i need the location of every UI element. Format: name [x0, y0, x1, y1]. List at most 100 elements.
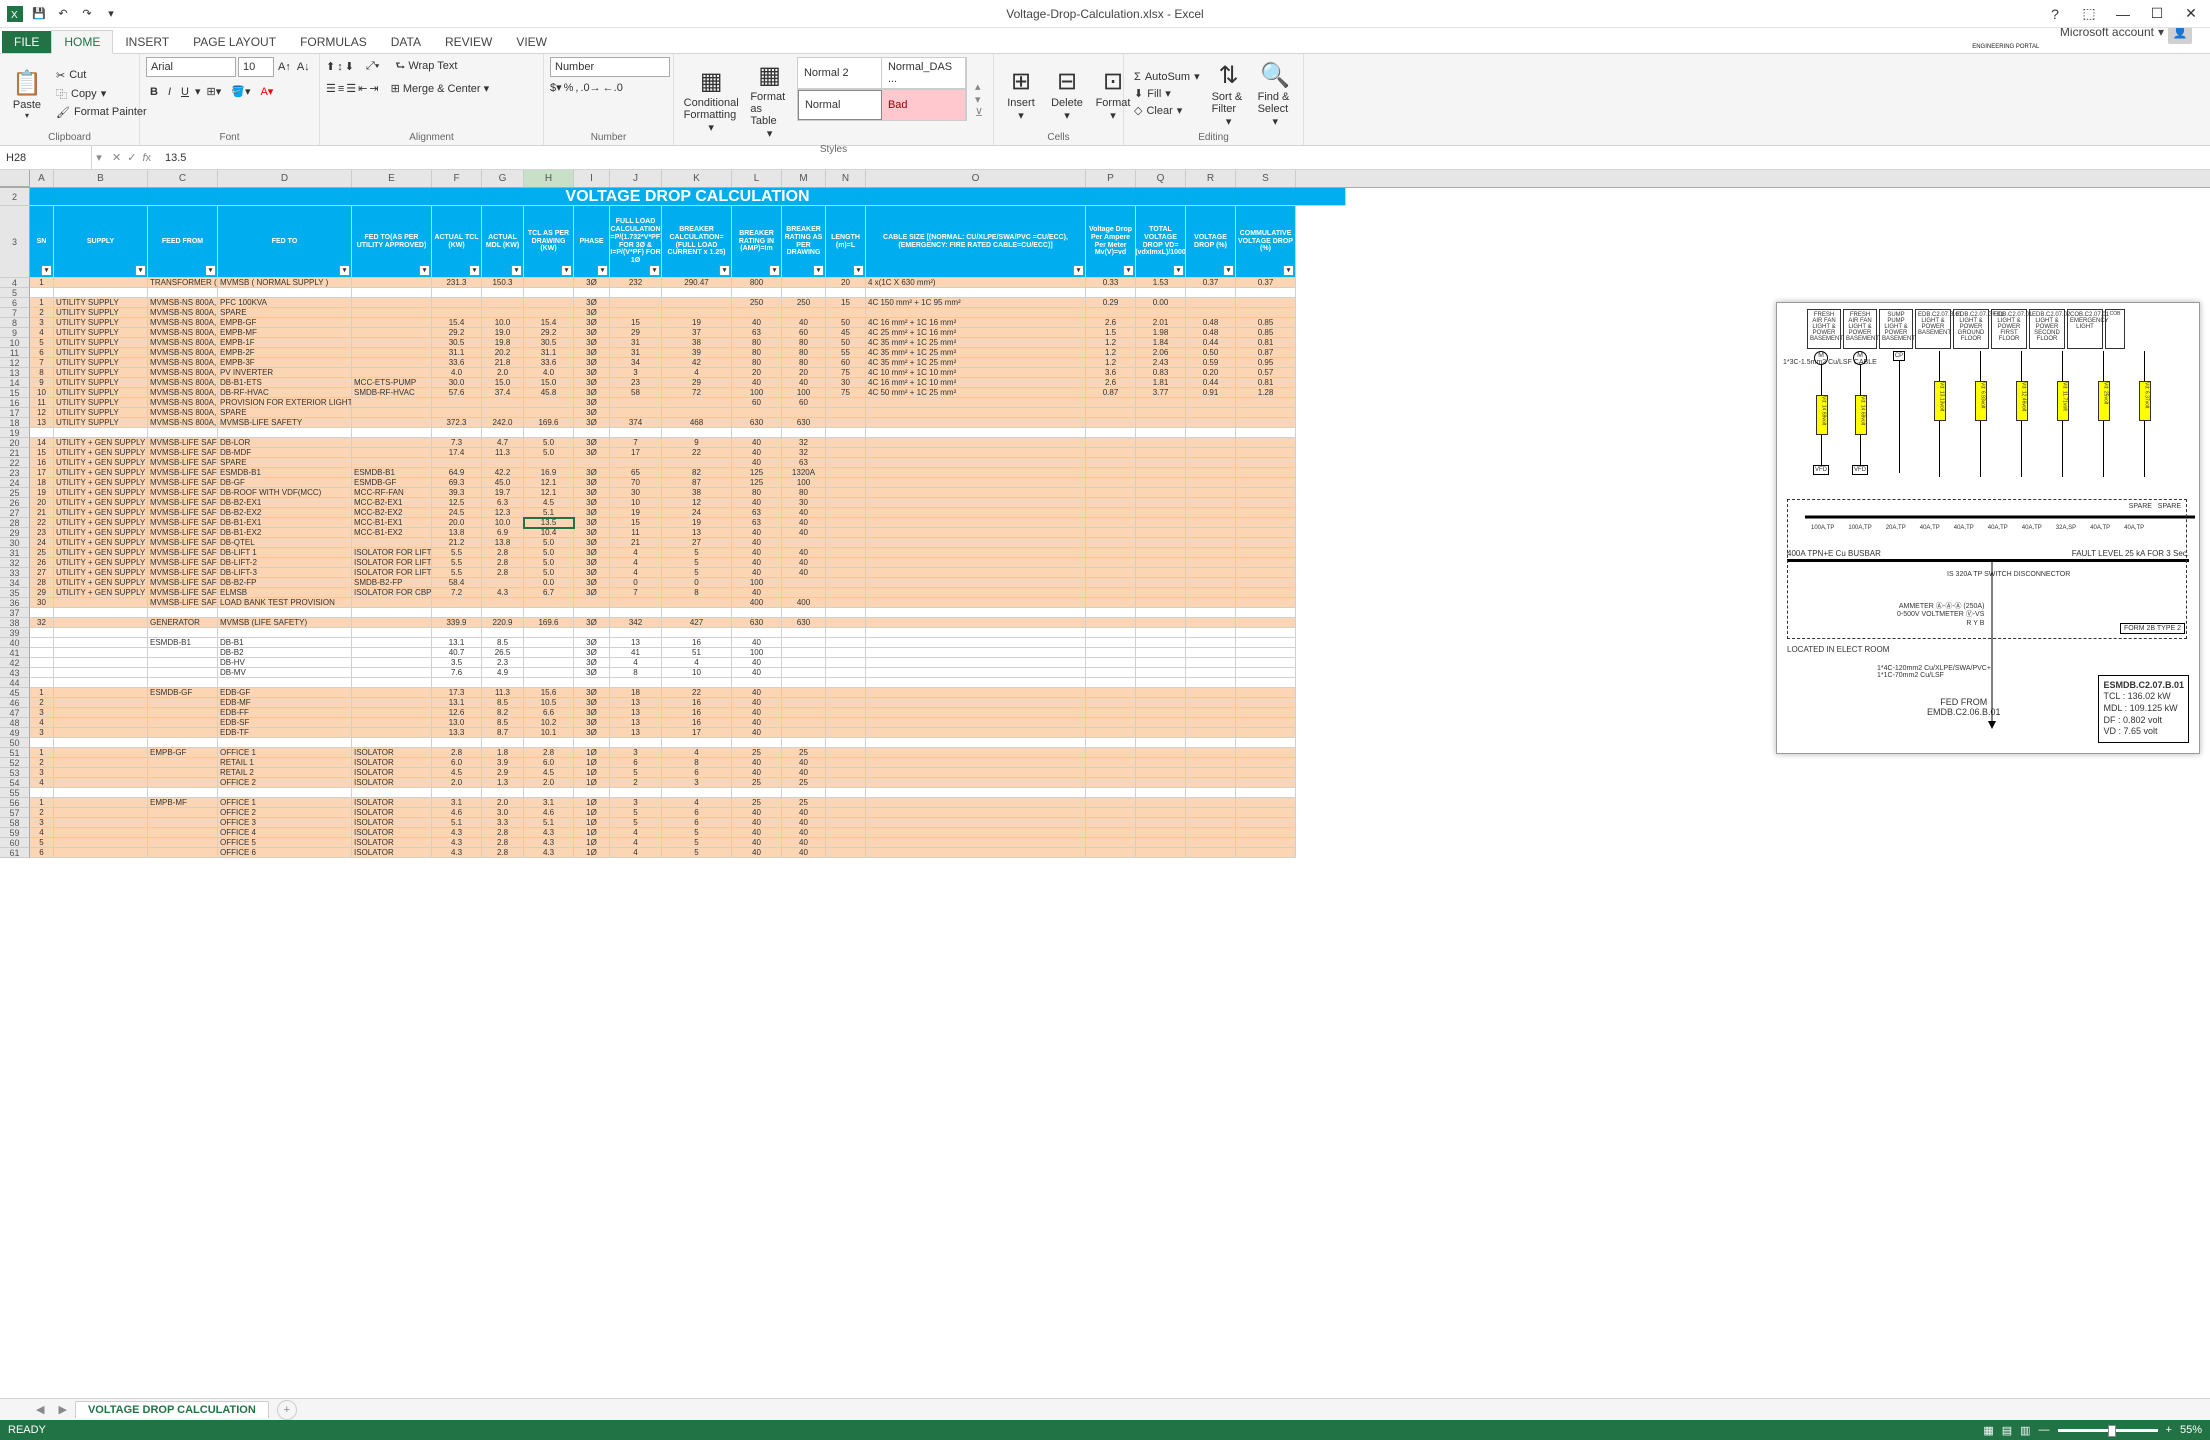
cell[interactable]: [610, 408, 662, 418]
cell[interactable]: [782, 648, 826, 658]
hdr-supply[interactable]: SUPPLY▾: [54, 206, 148, 278]
cell[interactable]: 800: [732, 278, 782, 288]
cell[interactable]: 12.1: [524, 478, 574, 488]
cell[interactable]: 169.6: [524, 618, 574, 628]
cell[interactable]: 3.9: [482, 758, 524, 768]
cell[interactable]: 10.4: [524, 528, 574, 538]
cell[interactable]: MVMSB-LIFE SAFETY: [148, 528, 218, 538]
hdr-phase[interactable]: PHASE▾: [574, 206, 610, 278]
cell[interactable]: 17: [610, 448, 662, 458]
cell[interactable]: 40: [732, 728, 782, 738]
format-painter-button[interactable]: 🖌 Format Painter: [52, 105, 151, 120]
cell[interactable]: [1086, 618, 1136, 628]
cell[interactable]: 60: [826, 358, 866, 368]
col-header[interactable]: A: [30, 170, 54, 187]
cell[interactable]: [30, 608, 54, 618]
row-header[interactable]: 26: [0, 498, 30, 508]
cell[interactable]: [432, 428, 482, 438]
cell[interactable]: [610, 608, 662, 618]
cell[interactable]: 19.7: [482, 488, 524, 498]
cell[interactable]: [610, 628, 662, 638]
filter-icon[interactable]: ▾: [597, 265, 608, 276]
cell[interactable]: [524, 598, 574, 608]
cell[interactable]: [352, 618, 432, 628]
cell[interactable]: [782, 688, 826, 698]
cell[interactable]: [1086, 518, 1136, 528]
cell[interactable]: 3Ø: [574, 408, 610, 418]
cell[interactable]: ESMDB-GF: [352, 478, 432, 488]
cell[interactable]: [148, 668, 218, 678]
cell[interactable]: [352, 338, 432, 348]
formula-input[interactable]: 13.5: [157, 152, 2210, 164]
cell[interactable]: 24: [662, 508, 732, 518]
cell[interactable]: [1086, 788, 1136, 798]
cell[interactable]: [826, 408, 866, 418]
cell[interactable]: 19: [30, 488, 54, 498]
cell[interactable]: [782, 408, 826, 418]
cell[interactable]: [662, 398, 732, 408]
cell[interactable]: MVMSB-LIFE SAFETY: [218, 418, 352, 428]
cell[interactable]: 37: [662, 328, 732, 338]
cell[interactable]: [352, 448, 432, 458]
hdr-vdpct[interactable]: VOLTAGE DROP (%)▾: [1186, 206, 1236, 278]
cell[interactable]: [148, 428, 218, 438]
cell[interactable]: [866, 428, 1086, 438]
cell[interactable]: [1086, 698, 1136, 708]
cell[interactable]: [1136, 828, 1186, 838]
col-header[interactable]: N: [826, 170, 866, 187]
cell[interactable]: [610, 788, 662, 798]
cell[interactable]: ISOLATOR: [352, 778, 432, 788]
cell[interactable]: [732, 788, 782, 798]
cell[interactable]: 3Ø: [574, 478, 610, 488]
cell[interactable]: 1.2: [1086, 338, 1136, 348]
cell[interactable]: 40: [782, 548, 826, 558]
cell[interactable]: 7.2: [432, 588, 482, 598]
cell[interactable]: 5.1: [524, 508, 574, 518]
cell[interactable]: 6: [30, 348, 54, 358]
cell[interactable]: [866, 698, 1086, 708]
cell[interactable]: [1186, 848, 1236, 858]
cell[interactable]: [1236, 398, 1296, 408]
cell[interactable]: 125: [732, 468, 782, 478]
cell[interactable]: 4.7: [482, 438, 524, 448]
cell[interactable]: MVMSB-NS 800A, 4P: [148, 388, 218, 398]
tab-view[interactable]: VIEW: [504, 31, 559, 53]
cell[interactable]: [826, 568, 866, 578]
zoom-out-icon[interactable]: —: [2039, 1424, 2050, 1436]
cell[interactable]: 3Ø: [574, 588, 610, 598]
cell[interactable]: [1136, 698, 1186, 708]
cell[interactable]: 2.0: [482, 368, 524, 378]
cell[interactable]: 2.6: [1086, 318, 1136, 328]
cell[interactable]: [1186, 748, 1236, 758]
underline-button[interactable]: U: [177, 84, 193, 100]
cell[interactable]: [30, 628, 54, 638]
cell[interactable]: 40: [732, 568, 782, 578]
cell[interactable]: DB-MV: [218, 668, 352, 678]
cell[interactable]: [148, 648, 218, 658]
cell[interactable]: 3: [610, 798, 662, 808]
cell[interactable]: [218, 628, 352, 638]
cell[interactable]: [866, 568, 1086, 578]
cell[interactable]: [1136, 838, 1186, 848]
cell[interactable]: [1236, 478, 1296, 488]
close-icon[interactable]: ✕: [2176, 3, 2206, 25]
cell[interactable]: [30, 648, 54, 658]
cell[interactable]: 30.5: [432, 338, 482, 348]
col-header[interactable]: D: [218, 170, 352, 187]
filter-icon[interactable]: ▾: [1073, 265, 1084, 276]
filter-icon[interactable]: ▾: [419, 265, 430, 276]
cell[interactable]: 2.8: [482, 558, 524, 568]
cell[interactable]: [352, 368, 432, 378]
hdr-fedtoutil[interactable]: FED TO(AS PER UTILITY APPROVED)▾: [352, 206, 432, 278]
cell[interactable]: [866, 608, 1086, 618]
cell[interactable]: 2.01: [1136, 318, 1186, 328]
cell[interactable]: [782, 308, 826, 318]
cell[interactable]: [54, 768, 148, 778]
tab-review[interactable]: REVIEW: [433, 31, 504, 53]
cell[interactable]: 0.20: [1186, 368, 1236, 378]
cell[interactable]: [1186, 398, 1236, 408]
cell[interactable]: [30, 668, 54, 678]
cell[interactable]: 20: [826, 278, 866, 288]
cell[interactable]: [782, 728, 826, 738]
cell[interactable]: UTILITY SUPPLY: [54, 328, 148, 338]
